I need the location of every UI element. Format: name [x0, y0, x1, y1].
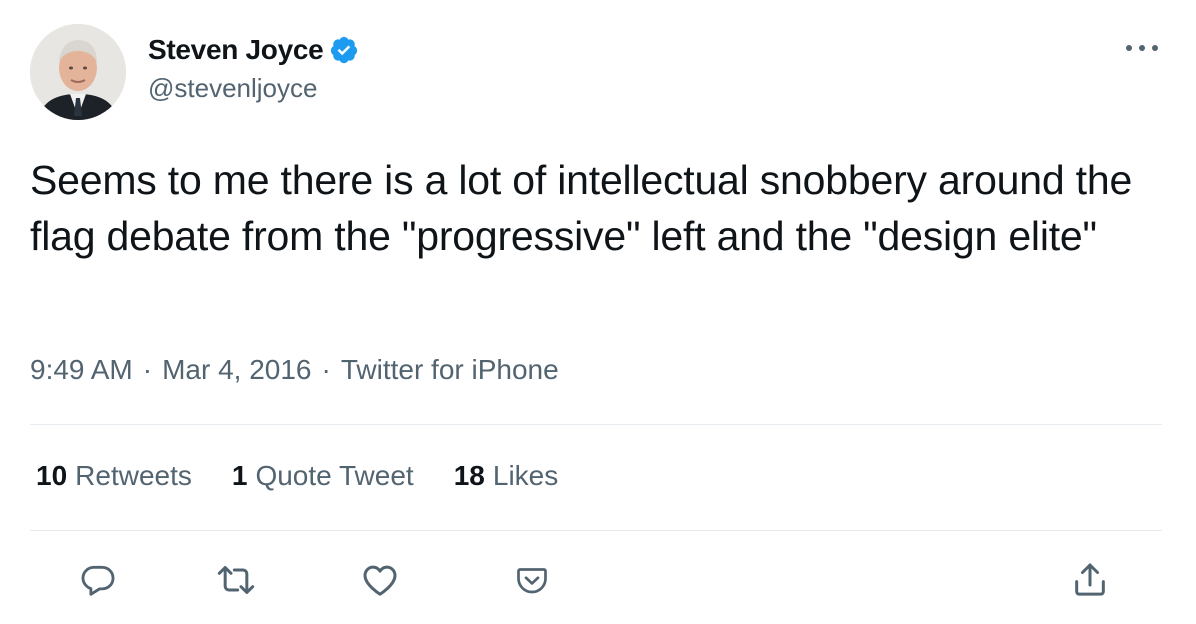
avatar[interactable]	[30, 24, 126, 120]
quotes-count: 1	[231, 460, 248, 491]
verified-badge-icon	[329, 35, 359, 65]
pocket-button[interactable]	[512, 560, 552, 600]
author-display-name[interactable]: Steven Joyce	[148, 34, 324, 66]
author-handle[interactable]: @stevenljoyce	[148, 73, 317, 104]
pocket-icon	[517, 568, 547, 594]
tweet-date[interactable]: Mar 4, 2016	[162, 354, 311, 386]
more-dot	[1126, 45, 1132, 51]
heart-icon	[363, 565, 397, 596]
tweet-stats: 10 Retweets 1 Quote Tweet 18 Likes	[36, 460, 558, 492]
retweets-count: 10	[36, 460, 68, 491]
quotes-stat[interactable]: 1 Quote Tweet	[232, 460, 414, 492]
more-options-icon[interactable]	[1126, 38, 1158, 58]
avatar-portrait-icon	[30, 24, 126, 120]
more-dot	[1152, 45, 1158, 51]
share-icon	[1075, 563, 1105, 596]
retweets-label: Retweets	[75, 460, 192, 491]
retweets-stat[interactable]: 10 Retweets	[36, 460, 192, 492]
tweet-meta: 9:49 AM · Mar 4, 2016 · Twitter for iPho…	[30, 354, 559, 386]
retweet-button[interactable]	[216, 560, 256, 600]
share-button[interactable]	[1070, 560, 1110, 600]
divider	[30, 530, 1162, 531]
more-dot	[1139, 45, 1145, 51]
tweet-source[interactable]: Twitter for iPhone	[341, 354, 559, 386]
tweet-text: Seems to me there is a lot of intellectu…	[30, 157, 1133, 259]
like-button[interactable]	[360, 560, 400, 600]
tweet-card: Steven Joyce @stevenljoyce Seems to me t…	[0, 0, 1196, 624]
meta-separator: ·	[321, 354, 331, 385]
retweet-icon	[217, 566, 255, 594]
divider	[30, 424, 1162, 425]
likes-label: Likes	[492, 460, 559, 491]
quotes-label: Quote Tweet	[255, 460, 414, 491]
likes-count: 18	[453, 460, 485, 491]
reply-button[interactable]	[78, 560, 118, 600]
reply-icon	[81, 565, 115, 596]
likes-stat[interactable]: 18 Likes	[454, 460, 559, 492]
action-bar	[0, 560, 1196, 600]
meta-separator: ·	[142, 354, 153, 385]
author-name-row: Steven Joyce	[148, 32, 359, 68]
tweet-time[interactable]: 9:49 AM	[30, 354, 133, 386]
